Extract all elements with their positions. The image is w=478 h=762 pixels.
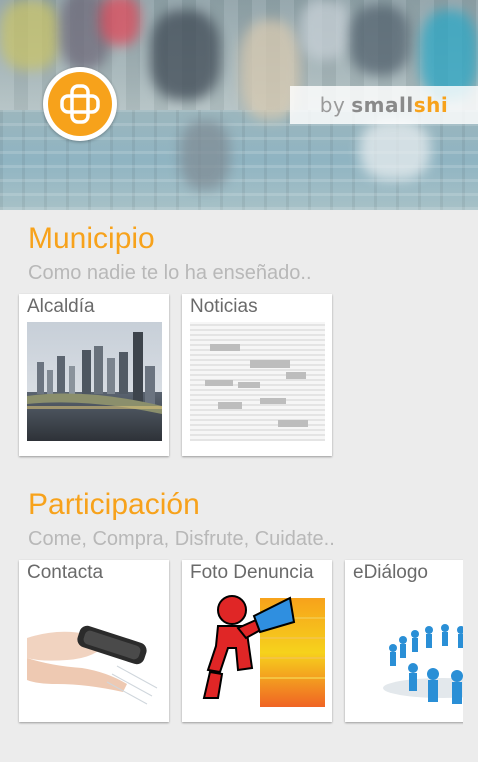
- brand-by-text: by: [319, 93, 346, 117]
- tile-row: Contacta Foto Denuncia eDiálogo: [19, 560, 463, 722]
- section-subtitle: Come, Compra, Disfrute, Cuidate..: [28, 528, 335, 550]
- tile-edialogo[interactable]: eDiálogo: [345, 560, 463, 722]
- tile-label: Alcaldía: [27, 296, 95, 317]
- city-skyline-photo: [27, 322, 162, 441]
- brand-tagline: by small shi: [290, 86, 478, 124]
- brand-small-text: small: [351, 93, 414, 117]
- section-title: Participación: [28, 488, 200, 521]
- section-title: Municipio: [28, 222, 155, 255]
- smartphone-hand-photo: [27, 588, 162, 707]
- tile-alcaldia[interactable]: Alcaldía: [19, 294, 169, 456]
- tile-label: Foto Denuncia: [190, 562, 314, 583]
- tile-row: Alcaldía Noticias: [19, 294, 332, 456]
- megaphone-figure-image: [190, 588, 325, 707]
- header-banner: by small shi: [0, 0, 478, 210]
- tile-label: Contacta: [27, 562, 104, 583]
- section-subtitle: Como nadie te lo ha enseñado..: [28, 262, 312, 284]
- tile-noticias[interactable]: Noticias: [182, 294, 332, 456]
- tile-label: Noticias: [190, 296, 258, 317]
- word-cloud-image: [190, 322, 325, 441]
- tile-foto-denuncia[interactable]: Foto Denuncia: [182, 560, 332, 722]
- tile-contacta[interactable]: Contacta: [19, 560, 169, 722]
- brand-shi-text: shi: [413, 93, 449, 117]
- app-logo[interactable]: [43, 67, 117, 141]
- brand-cross-icon: [48, 72, 112, 136]
- people-circle-image: [353, 588, 463, 707]
- tile-label: eDiálogo: [353, 562, 428, 583]
